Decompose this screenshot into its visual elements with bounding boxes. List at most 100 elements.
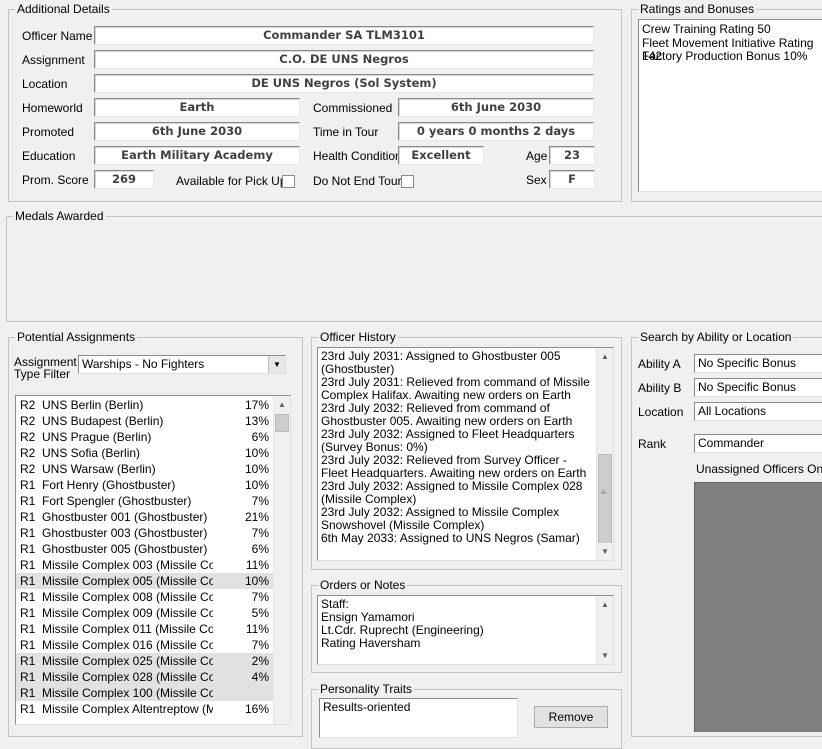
assignment-rank: R2 bbox=[20, 414, 36, 428]
orders-textarea[interactable]: Staff: Ensign Yamamori Lt.Cdr. Ruprecht (E… bbox=[317, 595, 614, 665]
assignment-rank: R1 bbox=[20, 574, 36, 588]
assignment-rank: R1 bbox=[20, 654, 36, 668]
ratings-list[interactable]: Crew Training Rating 50 Fleet Movement I… bbox=[638, 19, 822, 192]
scroll-thumb[interactable] bbox=[275, 414, 289, 432]
filter-label-line2: Type Filter bbox=[14, 367, 71, 381]
assignment-row[interactable]: R1 Missile Complex 011 (Missile Complex) 1… bbox=[16, 621, 273, 637]
do-not-end-tour-label: Do Not End Tour bbox=[313, 174, 402, 188]
commissioned-label: Commissioned bbox=[313, 101, 393, 115]
assignment-row[interactable]: R2 UNS Budapest (Berlin) 13% bbox=[16, 413, 273, 429]
assignment-row[interactable]: R2 UNS Prague (Berlin) 6% bbox=[16, 429, 273, 445]
assignment-name: Missile Complex 025 (Missile Complex) bbox=[42, 654, 213, 668]
assignment-row[interactable]: R1 Ghostbuster 005 (Ghostbuster) 6% bbox=[16, 541, 273, 557]
assignment-row[interactable]: R1 Missile Complex Altentreptow (Missile … bbox=[16, 701, 273, 717]
ability-b-select[interactable]: No Specific Bonus bbox=[694, 378, 822, 397]
assignment-rank: R1 bbox=[20, 558, 36, 572]
assignment-row[interactable]: R1 Fort Spengler (Ghostbuster) 7% bbox=[16, 493, 273, 509]
location-field[interactable]: DE UNS Negros (Sol System) bbox=[94, 74, 594, 93]
scroll-up-icon[interactable]: ▲ bbox=[597, 596, 613, 613]
assignment-rank: R1 bbox=[20, 670, 36, 684]
history-entry: 6th May 2033: Assigned to UNS Negros (Sa… bbox=[321, 531, 580, 545]
assignment-rank: R1 bbox=[20, 590, 36, 604]
assignment-row[interactable]: R1 Missile Complex 025 (Missile Complex) 2… bbox=[16, 653, 273, 669]
scroll-down-icon[interactable]: ▼ bbox=[597, 647, 613, 664]
officer-name-field[interactable]: Commander SA TLM3101 bbox=[94, 26, 594, 45]
prom-score-field[interactable]: 269 bbox=[94, 170, 154, 189]
available-pickup-checkbox[interactable] bbox=[282, 175, 295, 188]
do-not-end-tour-checkbox[interactable] bbox=[401, 175, 414, 188]
assignment-row[interactable]: R1 Ghostbuster 001 (Ghostbuster) 21% bbox=[16, 509, 273, 525]
assignment-row[interactable]: R1 Fort Henry (Ghostbuster) 10% bbox=[16, 477, 273, 493]
remove-trait-button[interactable]: Remove bbox=[534, 706, 608, 728]
search-results-panel[interactable] bbox=[694, 482, 822, 732]
assignment-row[interactable]: R1 Ghostbuster 003 (Ghostbuster) 7% bbox=[16, 525, 273, 541]
orders-scrollbar[interactable]: ▲ ▼ bbox=[596, 596, 613, 664]
assignment-row[interactable]: R1 Missile Complex 100 (Missile Complex) bbox=[16, 685, 273, 701]
promoted-field[interactable]: 6th June 2030 bbox=[94, 122, 300, 141]
scroll-down-icon[interactable]: ▼ bbox=[597, 543, 613, 560]
assignment-rank: R1 bbox=[20, 526, 36, 540]
officer-history-legend: Officer History bbox=[318, 330, 398, 344]
history-entry: 23rd July 2032: Assigned to Missile Comp… bbox=[321, 505, 560, 532]
unassigned-only-label[interactable]: Unassigned Officers Only bbox=[696, 462, 822, 476]
assignment-row[interactable]: R1 Missile Complex 016 (Missile Complex) 7… bbox=[16, 637, 273, 653]
assignments-scrollbar[interactable]: ▲ bbox=[273, 396, 290, 724]
potential-assignments-list[interactable]: R2 UNS Berlin (Berlin) 17% R2 UNS Budapest (… bbox=[15, 395, 291, 725]
assignment-row[interactable]: R2 UNS Berlin (Berlin) 17% bbox=[16, 397, 273, 413]
age-field[interactable]: 23 bbox=[549, 146, 595, 165]
rank-select[interactable]: Commander bbox=[694, 434, 822, 453]
assignment-percent: 11% bbox=[245, 558, 269, 572]
sex-label: Sex bbox=[526, 173, 547, 187]
assignment-row[interactable]: R1 Missile Complex 005 (Missile Complex) 1… bbox=[16, 573, 273, 589]
assignment-percent: 7% bbox=[251, 590, 269, 604]
assignment-label: Assignment bbox=[22, 53, 85, 67]
assignment-rank: R2 bbox=[20, 398, 36, 412]
commissioned-field[interactable]: 6th June 2030 bbox=[398, 98, 594, 117]
search-legend: Search by Ability or Location bbox=[638, 330, 794, 344]
promoted-label: Promoted bbox=[22, 125, 75, 139]
health-field[interactable]: Excellent bbox=[398, 146, 484, 165]
assignment-percent: 4% bbox=[251, 670, 269, 684]
assignment-percent: 6% bbox=[251, 430, 269, 444]
assignment-name: UNS Sofia (Berlin) bbox=[42, 446, 141, 460]
assignment-name: Missile Complex Altentreptow (Missile Co… bbox=[42, 702, 213, 716]
scroll-thumb[interactable]: ≡ bbox=[598, 454, 612, 546]
history-scrollbar[interactable]: ▲ ≡ ▼ bbox=[596, 348, 613, 560]
personality-list[interactable]: Results-oriented bbox=[319, 698, 518, 738]
assignment-percent: 7% bbox=[251, 638, 269, 652]
assignment-name: UNS Budapest (Berlin) bbox=[42, 414, 164, 428]
history-entry: 23rd July 2032: Relieved from Survey Off… bbox=[321, 453, 587, 480]
search-location-label: Location bbox=[638, 405, 684, 419]
assignment-row[interactable]: R1 Missile Complex 028 (Missile Complex) 4… bbox=[16, 669, 273, 685]
education-field[interactable]: Earth Military Academy bbox=[94, 146, 300, 165]
assignment-percent: 7% bbox=[251, 494, 269, 508]
chevron-down-icon[interactable]: ▼ bbox=[268, 356, 285, 373]
assignment-row[interactable]: R1 Missile Complex 003 (Missile Complex) 1… bbox=[16, 557, 273, 573]
assignment-rank: R2 bbox=[20, 446, 36, 460]
rank-label: Rank bbox=[638, 437, 667, 451]
sex-field[interactable]: F bbox=[549, 170, 595, 189]
education-label: Education bbox=[22, 149, 76, 163]
assignment-row[interactable]: R2 UNS Sofia (Berlin) 10% bbox=[16, 445, 273, 461]
scroll-up-icon[interactable]: ▲ bbox=[597, 348, 613, 365]
rating-item: Crew Training Rating 50 bbox=[642, 22, 771, 36]
assignment-percent: 16% bbox=[244, 702, 269, 716]
ability-b-label: Ability B bbox=[638, 381, 682, 395]
location-select[interactable]: All Locations bbox=[694, 402, 822, 421]
assignment-percent: 21% bbox=[244, 510, 269, 524]
assignment-row[interactable]: R1 Missile Complex 008 (Missile Complex) 7… bbox=[16, 589, 273, 605]
assignment-type-filter-select[interactable]: Warships - No Fighters ▼ bbox=[78, 355, 286, 374]
ability-a-select[interactable]: No Specific Bonus bbox=[694, 354, 822, 373]
homeworld-field[interactable]: Earth bbox=[94, 98, 300, 117]
assignment-row[interactable]: R2 UNS Warsaw (Berlin) 10% bbox=[16, 461, 273, 477]
assignment-percent: 10% bbox=[244, 446, 269, 460]
assignment-name: Missile Complex 028 (Missile Complex) bbox=[42, 670, 213, 684]
assignment-field[interactable]: C.O. DE UNS Negros bbox=[94, 50, 594, 69]
history-entry: 23rd July 2031: Relieved from command of… bbox=[321, 375, 590, 402]
time-in-tour-field[interactable]: 0 years 0 months 2 days bbox=[398, 122, 594, 141]
prom-score-label: Prom. Score bbox=[22, 173, 89, 187]
assignment-row[interactable]: R1 Missile Complex 009 (Missile Complex) 5… bbox=[16, 605, 273, 621]
officer-history-list[interactable]: 23rd July 2031: Assigned to Ghostbuster … bbox=[317, 347, 614, 561]
assignment-name: Ghostbuster 003 (Ghostbuster) bbox=[42, 526, 208, 540]
scroll-up-icon[interactable]: ▲ bbox=[274, 396, 290, 413]
